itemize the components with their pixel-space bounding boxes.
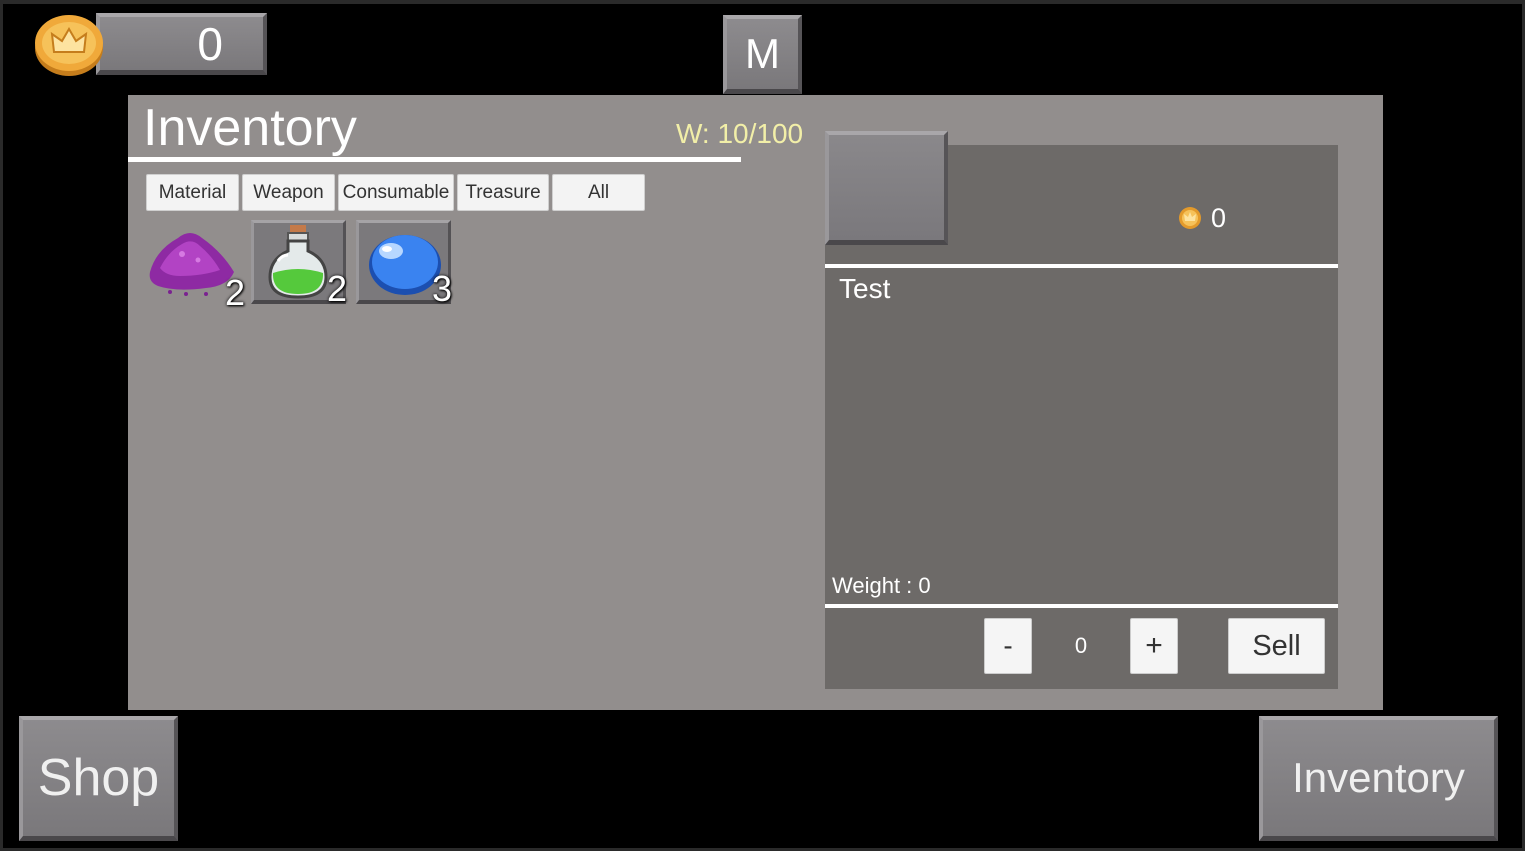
decrease-quantity-button[interactable]: - <box>984 618 1032 674</box>
tab-weapon[interactable]: Weapon <box>242 174 335 211</box>
menu-button[interactable]: M <box>723 15 802 94</box>
increase-quantity-button[interactable]: + <box>1130 618 1178 674</box>
tab-treasure[interactable]: Treasure <box>457 174 549 211</box>
tab-consumable[interactable]: Consumable <box>338 174 454 211</box>
item-description-area <box>825 268 1338 605</box>
sell-quantity: 0 <box>1074 633 1088 658</box>
item-slot[interactable]: 2 <box>146 220 245 313</box>
inventory-panel: Inventory W: 10/100 Material Weapon Cons… <box>128 95 1383 710</box>
sell-button[interactable]: Sell <box>1228 618 1325 674</box>
item-quantity: 2 <box>326 268 347 309</box>
menu-button-label: M <box>745 30 780 77</box>
item-quantity: 2 <box>224 272 245 313</box>
inventory-title: Inventory <box>143 99 357 157</box>
inventory-button-label: Inventory <box>1292 754 1465 801</box>
coin-count: 0 <box>197 17 223 70</box>
item-slot[interactable]: 2 <box>251 220 347 309</box>
item-preview-slot <box>825 131 948 245</box>
item-name: Test <box>839 273 891 304</box>
shop-button-label: Shop <box>37 749 160 807</box>
crown-coin-icon <box>35 15 103 76</box>
tab-all[interactable]: All <box>552 174 645 211</box>
coin-icon <box>1179 207 1201 229</box>
item-slot[interactable]: 3 <box>356 220 452 309</box>
item-grid: 2 2 3 <box>146 220 452 313</box>
item-weight: Weight : 0 <box>832 573 931 598</box>
weight-capacity: W: 10/100 <box>676 118 804 149</box>
tab-material[interactable]: Material <box>146 174 239 211</box>
coin-counter: 0 <box>96 13 267 75</box>
category-tabs: Material Weapon Consumable Treasure All <box>146 174 645 211</box>
title-divider <box>128 157 741 162</box>
shop-button[interactable]: Shop <box>19 716 178 841</box>
item-price: 0 <box>1211 203 1227 233</box>
item-quantity: 3 <box>431 268 452 309</box>
inventory-button[interactable]: Inventory <box>1259 716 1498 841</box>
